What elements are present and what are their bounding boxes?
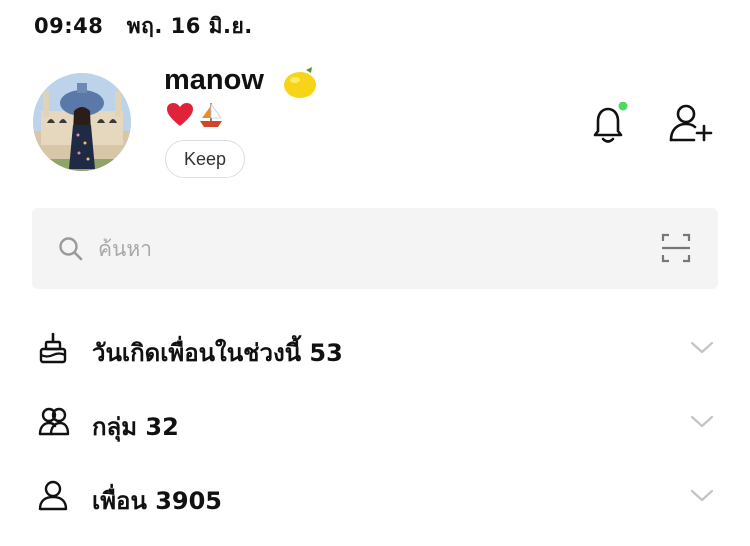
section-friends[interactable]: เพื่อน 3905	[0, 466, 750, 526]
add-friend-button[interactable]	[668, 102, 714, 146]
scan-icon[interactable]	[660, 232, 692, 264]
profile-photo	[33, 73, 131, 171]
keep-button[interactable]: Keep	[165, 140, 245, 178]
status-date: พฤ. 16 มิ.ย.	[126, 14, 253, 38]
notifications-button[interactable]	[590, 101, 628, 146]
section-count: 53	[309, 339, 343, 367]
group-icon	[38, 407, 70, 436]
search-input[interactable]	[96, 228, 620, 270]
profile-name[interactable]: manow	[164, 64, 264, 97]
section-title: กลุ่ม	[92, 413, 138, 441]
add-friend-icon	[669, 104, 713, 142]
section-count: 3905	[155, 487, 222, 515]
heart-icon	[167, 103, 193, 126]
search-bar[interactable]	[32, 208, 718, 289]
friend-icon	[38, 480, 68, 511]
search-icon	[59, 237, 83, 261]
section-label: วันเกิดเพื่อนในช่วงนี้ 53	[92, 333, 343, 372]
section-title: เพื่อน	[92, 487, 147, 515]
cake-icon	[39, 332, 67, 364]
section-groups[interactable]: กลุ่ม 32	[0, 392, 750, 452]
bell-icon	[593, 101, 628, 143]
sailboat-icon	[200, 102, 222, 127]
notification-dot	[618, 101, 628, 111]
status-emojis	[166, 101, 224, 129]
chevron-down-icon[interactable]	[690, 489, 714, 503]
status-bar: 09:48 พฤ. 16 มิ.ย.	[34, 10, 253, 43]
lemon-icon	[284, 67, 316, 98]
section-label: กลุ่ม 32	[92, 407, 179, 446]
avatar[interactable]	[33, 73, 131, 171]
section-label: เพื่อน 3905	[92, 481, 222, 520]
section-birthdays[interactable]: วันเกิดเพื่อนในช่วงนี้ 53	[0, 318, 750, 378]
chevron-down-icon[interactable]	[690, 341, 714, 355]
section-count: 32	[145, 413, 179, 441]
chevron-down-icon[interactable]	[690, 415, 714, 429]
section-title: วันเกิดเพื่อนในช่วงนี้	[92, 339, 302, 367]
status-time: 09:48	[34, 14, 104, 38]
